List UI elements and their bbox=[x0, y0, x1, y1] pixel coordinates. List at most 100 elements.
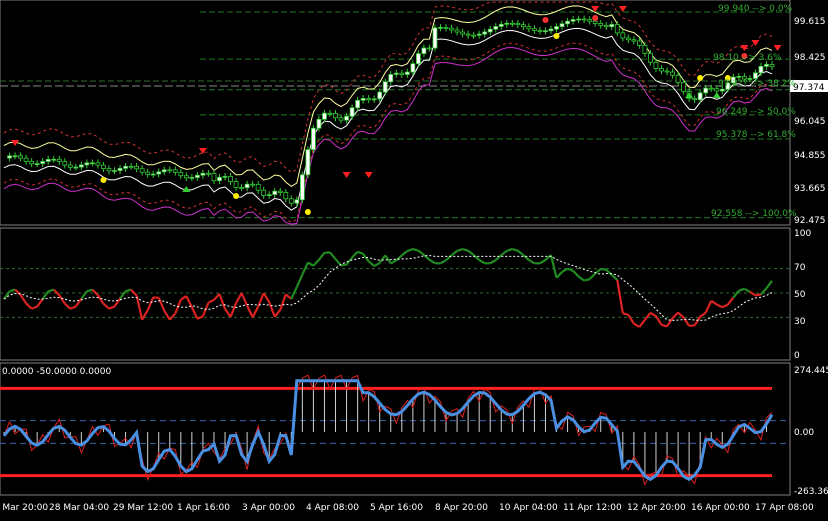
osc-axis-label: -263.36 bbox=[794, 487, 828, 497]
candle-body bbox=[229, 176, 233, 181]
osc-histogram-bar bbox=[457, 414, 458, 432]
rsi-line bbox=[601, 269, 607, 270]
osc-histogram-bar bbox=[158, 432, 159, 460]
osc-histogram-bar bbox=[446, 412, 447, 432]
candle-body bbox=[206, 173, 210, 174]
signal-dot bbox=[542, 17, 548, 23]
candle-body bbox=[527, 27, 531, 29]
time-label: 4 Apr 08:00 bbox=[306, 503, 359, 513]
candle-body bbox=[162, 170, 166, 172]
candle-body bbox=[367, 98, 371, 99]
candle-body bbox=[416, 54, 420, 64]
candle-body bbox=[621, 33, 625, 38]
candle-body bbox=[96, 163, 100, 165]
candle-body bbox=[57, 159, 61, 161]
osc-histogram-bar bbox=[655, 432, 656, 475]
osc-histogram-bar bbox=[501, 410, 502, 432]
fib-label: 99.940 --> 0.0% bbox=[718, 4, 793, 14]
candle-body bbox=[328, 113, 332, 114]
osc-histogram-bar bbox=[169, 432, 170, 450]
price-axis-label: 98.425 bbox=[794, 53, 826, 63]
osc-histogram-bar bbox=[335, 381, 336, 432]
candle-body bbox=[240, 188, 244, 189]
candle-body bbox=[599, 23, 603, 25]
time-label: 17 Apr 08:00 bbox=[755, 503, 814, 513]
candle-body bbox=[90, 163, 94, 164]
rsi-line bbox=[689, 325, 695, 326]
candle-body bbox=[273, 191, 277, 194]
osc-histogram-bar bbox=[379, 403, 380, 432]
rsi-axis-label: 30 bbox=[794, 317, 806, 327]
candle-body bbox=[593, 21, 597, 23]
candle-body bbox=[538, 30, 542, 31]
rsi-axis-label: 100 bbox=[794, 229, 811, 239]
signal-dot bbox=[305, 209, 311, 215]
candle-body bbox=[24, 158, 28, 161]
osc-histogram-bar bbox=[401, 412, 402, 432]
price-axis: 99.615 98.425 96.045 94.855 93.665 92.47… bbox=[790, 17, 828, 226]
candle-body bbox=[455, 30, 459, 32]
rsi-axis: 100 70 50 30 0 bbox=[794, 229, 811, 361]
candle-body bbox=[356, 100, 360, 107]
osc-histogram-bar bbox=[534, 394, 535, 432]
candle-body bbox=[676, 75, 680, 82]
candle-body bbox=[212, 173, 216, 180]
candle-body bbox=[764, 64, 768, 66]
rsi-line bbox=[755, 294, 761, 295]
candle-body bbox=[300, 175, 304, 200]
candle-body bbox=[433, 28, 437, 48]
fib-label: 96.249 --> 50.0% bbox=[716, 107, 796, 117]
fib-label: 98.10 --> 3.6% bbox=[713, 53, 782, 63]
osc-histogram-bar bbox=[423, 392, 424, 432]
candle-body bbox=[124, 166, 128, 168]
candle-body bbox=[52, 159, 56, 160]
candle-body bbox=[737, 76, 741, 77]
candle-body bbox=[577, 19, 581, 20]
candle-body bbox=[311, 128, 315, 149]
candle-body bbox=[560, 24, 564, 27]
candle-body bbox=[698, 93, 702, 100]
fib-label: 95.378 --> 61.8% bbox=[716, 130, 796, 140]
candle-body bbox=[610, 24, 614, 26]
candle-body bbox=[494, 26, 498, 29]
rsi-line bbox=[584, 279, 590, 280]
candle-body bbox=[753, 73, 757, 79]
rsi-axis-label: 0 bbox=[794, 351, 800, 361]
candle-body bbox=[411, 64, 415, 72]
candle-body bbox=[306, 150, 310, 175]
fib-label: 92.558 --> 100.0% bbox=[711, 209, 797, 219]
signal-dot bbox=[554, 33, 560, 39]
candle-body bbox=[118, 168, 122, 170]
time-label: 10 Apr 04:00 bbox=[499, 503, 558, 513]
candle-body bbox=[505, 23, 509, 24]
candle-body bbox=[339, 118, 343, 120]
candle-body bbox=[135, 166, 139, 168]
signal-dot bbox=[697, 75, 703, 81]
osc-histogram-bar bbox=[324, 381, 325, 432]
signal-dot bbox=[100, 177, 106, 183]
trading-chart[interactable]: 99.615 98.425 96.045 94.855 93.665 92.47… bbox=[0, 0, 828, 517]
candle-body bbox=[422, 48, 426, 54]
rsi-line bbox=[623, 313, 629, 314]
fib-label: 97.2?? --> 38.2% bbox=[718, 79, 796, 89]
candle-body bbox=[245, 184, 249, 188]
price-axis-label: 96.045 bbox=[794, 117, 826, 127]
candle-body bbox=[709, 88, 713, 89]
osc-histogram-bar bbox=[357, 381, 358, 432]
candle-body bbox=[615, 24, 619, 32]
candle-body bbox=[295, 200, 299, 203]
candle-body bbox=[759, 66, 763, 73]
candle-body bbox=[543, 31, 547, 32]
candle-body bbox=[582, 19, 586, 20]
candle-body bbox=[444, 27, 448, 28]
candle-body bbox=[566, 21, 570, 24]
candle-body bbox=[383, 82, 387, 92]
osc-histogram-bar bbox=[644, 432, 645, 476]
candle-body bbox=[400, 73, 404, 74]
osc-histogram-bar bbox=[302, 381, 303, 432]
candle-body bbox=[659, 68, 663, 70]
candle-body bbox=[389, 74, 393, 81]
osc-histogram-bar bbox=[479, 393, 480, 432]
osc-histogram-bar bbox=[37, 432, 38, 445]
candle-body bbox=[720, 89, 724, 91]
